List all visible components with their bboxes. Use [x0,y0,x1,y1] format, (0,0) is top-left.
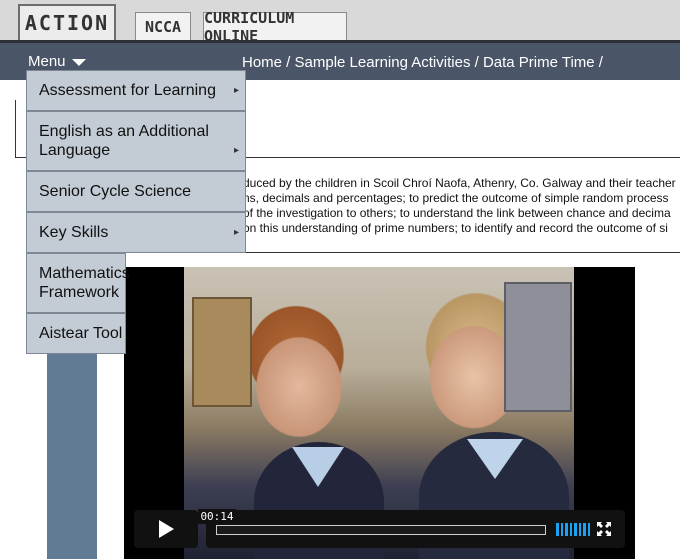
menu-item-label: Key Skills [39,224,109,241]
description-line: on this understanding of prime numbers; … [243,221,668,235]
menu-label: Menu [28,53,66,70]
description-line: duced by the children in Scoil Chroí Nao… [243,176,676,190]
chevron-down-icon [71,59,86,66]
fullscreen-icon[interactable] [596,521,612,537]
side-panel [47,330,97,559]
description-line: of the investigation to others; to under… [243,206,671,220]
tab-action[interactable]: ACTION [18,4,116,40]
current-time-tooltip: 00:14 [198,509,236,524]
breadcrumb[interactable]: Home / Sample Learning Activities / Data… [242,54,603,71]
description-line: ns, decimals and percentages; to predict… [243,191,669,205]
menu-item-label: Aistear Tool [39,325,123,342]
menu-item-aistear-tool[interactable]: Aistear Tool [26,313,126,354]
chevron-right-icon: ▸ [233,227,239,238]
video-shelf [504,282,572,412]
menu-item-label: Assessment for Learning [39,82,216,99]
menu-item-mathematics-framework[interactable]: Mathematics Framework [26,253,130,313]
video-timeline[interactable] [216,525,546,535]
play-icon [158,520,174,538]
menu-item-senior-cycle-science[interactable]: Senior Cycle Science [26,171,246,212]
chevron-right-icon: ▸ [233,145,239,156]
menu-dropdown: Assessment for Learning ▸ English as an … [26,70,246,355]
menu-item-key-skills[interactable]: Key Skills ▸ [26,212,246,253]
chevron-right-icon: ▸ [233,85,239,96]
tab-curriculum-online[interactable]: CURRICULUM ONLINE [203,9,347,45]
menu-item-label: Mathematics Framework [39,265,130,301]
divider [243,252,680,253]
menu-item-assessment-for-learning[interactable]: Assessment for Learning ▸ [26,70,246,111]
volume-icon[interactable] [556,523,590,536]
menu-button[interactable]: Menu [28,53,86,70]
menu-item-label: Senior Cycle Science [39,183,192,200]
play-button[interactable] [134,510,198,548]
menu-item-english-additional-language[interactable]: English as an Additional Language ▸ [26,111,246,171]
top-tab-strip: ACTION NCCA CURRICULUM ONLINE [0,0,680,45]
tab-ncca[interactable]: NCCA [135,12,191,40]
control-bar [206,510,625,548]
page-description: duced by the children in Scoil Chroí Nao… [243,176,680,240]
menu-item-label: English as an Additional Language [39,123,209,159]
